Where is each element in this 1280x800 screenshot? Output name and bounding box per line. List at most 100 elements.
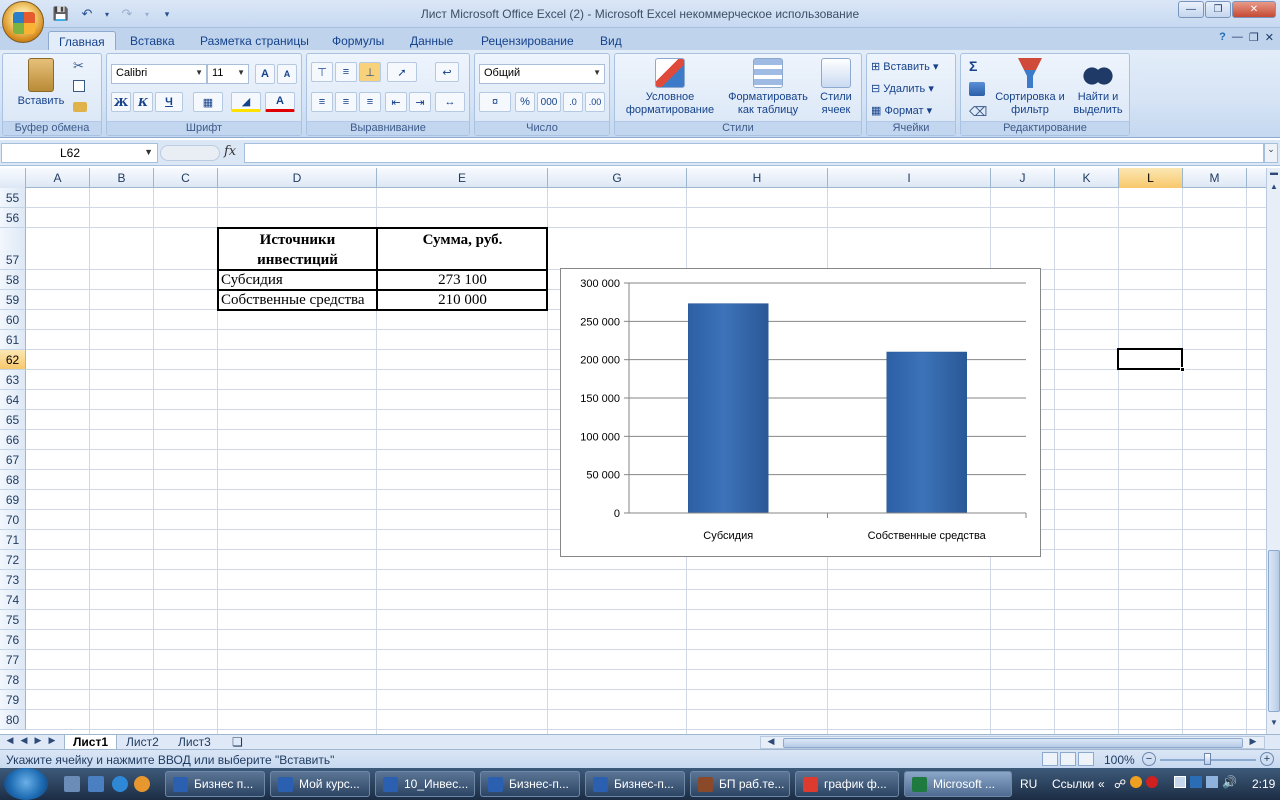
conditional-formatting-button[interactable]: Условное форматирование (617, 58, 723, 117)
row-header[interactable]: 74 (0, 590, 26, 610)
row-header[interactable]: 58 (0, 270, 26, 290)
scroll-left-icon[interactable]: ◀ (765, 736, 777, 750)
paste-button[interactable]: Вставить (11, 58, 71, 108)
grow-font-button[interactable]: A (255, 64, 275, 84)
bold-button[interactable]: Ж (111, 92, 131, 112)
align-bottom-icon[interactable]: ⊥ (359, 62, 381, 82)
table-cell-source[interactable]: Субсидия (218, 270, 377, 290)
row-header[interactable]: 72 (0, 550, 26, 570)
row-header[interactable]: 80 (0, 710, 26, 730)
first-sheet-icon[interactable]: ◀ (4, 735, 16, 749)
copy-icon[interactable] (73, 80, 85, 92)
taskbar-item[interactable]: 10_Инвес... (375, 771, 475, 797)
column-header[interactable]: E (377, 168, 548, 188)
network-icon[interactable] (1190, 776, 1202, 788)
cut-icon[interactable]: ✂ (73, 58, 84, 74)
shrink-font-button[interactable]: A (277, 64, 297, 84)
prev-sheet-icon[interactable]: ◀ (18, 735, 30, 749)
fill-icon[interactable] (969, 82, 985, 96)
taskbar-item[interactable]: Бизнес п... (165, 771, 265, 797)
tab-review[interactable]: Рецензирование (471, 31, 584, 51)
row-header-selected[interactable]: 62 (0, 350, 26, 370)
power-icon[interactable] (1206, 776, 1218, 788)
scroll-up-icon[interactable]: ▲ (1268, 182, 1280, 196)
row-header[interactable]: 77 (0, 650, 26, 670)
formula-input[interactable] (244, 143, 1264, 163)
chevron-down-icon[interactable]: ▼ (144, 147, 153, 157)
tray-app-icon[interactable] (1174, 776, 1186, 788)
column-header[interactable]: A (26, 168, 90, 188)
volume-icon[interactable]: 🔊 (1222, 775, 1237, 789)
percent-button[interactable]: % (515, 92, 535, 112)
delete-cells-button[interactable]: ⊟ Удалить ▾ (871, 82, 934, 95)
row-header[interactable]: 76 (0, 630, 26, 650)
clear-icon[interactable]: ⌫ (969, 104, 987, 120)
row-header[interactable]: 68 (0, 470, 26, 490)
column-header-selected[interactable]: L (1119, 168, 1183, 188)
align-center-icon[interactable]: ≡ (335, 92, 357, 112)
next-sheet-icon[interactable]: ▶ (32, 735, 44, 749)
office-button[interactable] (2, 1, 44, 43)
page-break-view-icon[interactable] (1078, 752, 1094, 766)
orientation-icon[interactable]: ➚ (387, 62, 417, 82)
autosum-button[interactable]: Σ (969, 58, 977, 74)
language-indicator[interactable]: RU (1020, 777, 1037, 791)
cell-styles-button[interactable]: Стили ячеек (813, 58, 859, 117)
table-cell-sum[interactable]: 273 100 (377, 270, 548, 290)
number-format-select[interactable]: Общий ▼ (479, 64, 605, 84)
italic-button[interactable]: К (133, 92, 153, 112)
zoom-out-icon[interactable]: − (1142, 752, 1156, 766)
clock[interactable]: 2:19 (1252, 777, 1275, 791)
column-header[interactable]: G (548, 168, 687, 188)
table-cell-source[interactable]: Собственные средства (218, 290, 377, 310)
minimize-icon[interactable]: — (1178, 1, 1204, 18)
show-desktop-icon[interactable] (64, 776, 80, 792)
close-icon[interactable]: ✕ (1232, 1, 1276, 18)
format-painter-icon[interactable] (73, 102, 87, 112)
ribbon-minimize-icon[interactable]: — (1232, 31, 1243, 44)
tab-data[interactable]: Данные (400, 31, 463, 51)
taskbar-item[interactable]: Бизнес-п... (480, 771, 580, 797)
format-as-table-button[interactable]: Форматировать как таблицу (723, 58, 813, 117)
font-color-button[interactable]: A (265, 92, 295, 112)
selected-cell[interactable] (1117, 348, 1183, 370)
row-header[interactable]: 63 (0, 370, 26, 390)
insert-sheet-icon[interactable]: ❏ (224, 735, 251, 750)
column-header[interactable]: D (218, 168, 377, 188)
taskbar-item[interactable]: Мой курс... (270, 771, 370, 797)
expand-formula-bar-icon[interactable]: ⌄ (1264, 143, 1278, 163)
tray-app-icon[interactable] (1130, 776, 1142, 788)
scroll-down-icon[interactable]: ▼ (1268, 718, 1280, 732)
font-size-select[interactable]: 11 ▼ (207, 64, 249, 84)
restore-icon[interactable]: ❐ (1205, 1, 1231, 18)
zoom-in-icon[interactable]: + (1260, 752, 1274, 766)
column-header[interactable]: C (154, 168, 218, 188)
table-header-sum[interactable]: Сумма, руб. (377, 228, 548, 270)
row-header[interactable]: 78 (0, 670, 26, 690)
align-middle-icon[interactable]: ≡ (335, 62, 357, 82)
insert-cells-button[interactable]: ⊞ Вставить ▾ (871, 60, 939, 73)
sort-filter-button[interactable]: Сортировка и фильтр (993, 58, 1067, 117)
ribbon-restore-icon[interactable]: ❐ (1249, 31, 1259, 44)
fill-handle[interactable] (1180, 367, 1185, 372)
row-header[interactable]: 60 (0, 310, 26, 330)
tab-page-layout[interactable]: Разметка страницы (190, 31, 319, 51)
row-header[interactable]: 71 (0, 530, 26, 550)
find-select-button[interactable]: Найти и выделить (1067, 58, 1129, 117)
row-header[interactable]: 73 (0, 570, 26, 590)
row-header[interactable]: 67 (0, 450, 26, 470)
align-right-icon[interactable]: ≡ (359, 92, 381, 112)
increase-decimal-icon[interactable]: .0 (563, 92, 583, 112)
increase-indent-icon[interactable]: ⇥ (409, 92, 431, 112)
font-family-select[interactable]: Calibri ▼ (111, 64, 207, 84)
taskbar-item[interactable]: БП раб.те... (690, 771, 790, 797)
row-header[interactable]: 55 (0, 188, 26, 208)
help-icon[interactable]: ? (1219, 31, 1226, 44)
ribbon-close-icon[interactable]: ✕ (1265, 31, 1274, 44)
table-cell-sum[interactable]: 210 000 (377, 290, 548, 310)
row-header[interactable]: 69 (0, 490, 26, 510)
normal-view-icon[interactable] (1042, 752, 1058, 766)
zoom-slider-thumb[interactable] (1204, 753, 1211, 765)
row-header[interactable]: 75 (0, 610, 26, 630)
page-layout-view-icon[interactable] (1060, 752, 1076, 766)
